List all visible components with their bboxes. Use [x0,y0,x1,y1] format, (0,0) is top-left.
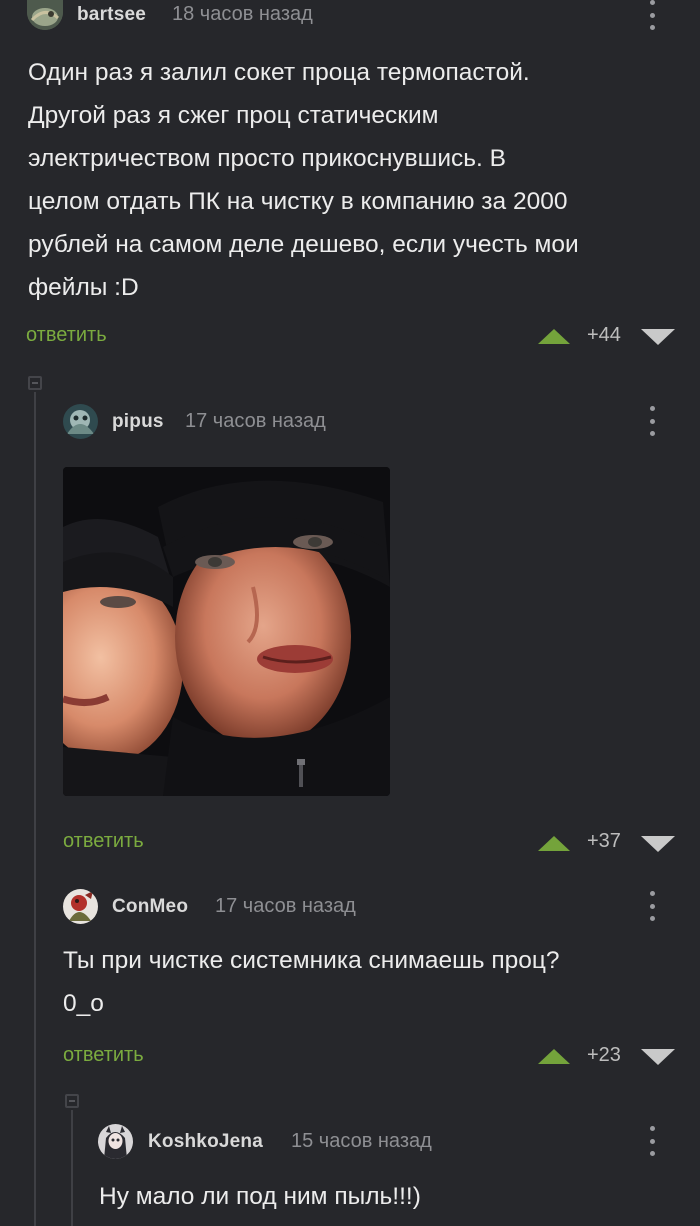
username[interactable]: pipus [112,411,164,433]
comment-text: Ты при чистке системника снимаешь проц? … [63,939,683,1025]
kebab-menu-icon[interactable] [647,891,657,921]
kebab-menu-icon[interactable] [647,406,657,436]
arrow-up-icon[interactable] [538,329,570,344]
comment-line: Один раз я залил сокет проца термопастой… [28,59,530,86]
kebab-menu-icon[interactable] [647,0,657,30]
comment-line: Другой раз я сжег проц статическим [28,102,439,129]
reply-button[interactable]: ответить [63,830,144,853]
comment-line: 0_o [63,990,104,1017]
comment-line: Ты при чистке системника снимаешь проц? [63,947,560,974]
timestamp: 17 часов назад [185,410,326,432]
arrow-down-icon[interactable] [641,1049,675,1065]
collapse-thread-icon[interactable] [28,376,42,390]
arrow-down-icon[interactable] [641,329,675,345]
username[interactable]: KoshkoJena [148,1131,263,1153]
thread-line [71,1110,73,1226]
timestamp: 17 часов назад [215,895,356,917]
rating: +37 [587,830,621,852]
comment-line: целом отдать ПК на чистку в компанию за … [28,188,568,215]
avatar[interactable] [98,1124,133,1159]
comment-line: фейлы :D [28,274,139,301]
username[interactable]: bartsee [77,4,146,26]
username[interactable]: ConMeo [112,896,188,918]
thread-line [34,392,36,1226]
comment-line: рублей на самом деле дешево, если учесть… [28,231,579,258]
avatar[interactable] [27,0,63,30]
timestamp: 15 часов назад [291,1130,432,1152]
reply-button[interactable]: ответить [63,1044,144,1067]
comment-line: электричеством просто прикоснувшись. В [28,145,506,172]
timestamp: 18 часов назад [172,3,313,25]
attached-photo[interactable] [63,467,390,796]
reply-button[interactable]: ответить [26,324,107,347]
comment-text: Один раз я залил сокет проца термопастой… [28,51,688,309]
rating: +44 [587,324,621,346]
arrow-up-icon[interactable] [538,1049,570,1064]
rating: +23 [587,1044,621,1066]
arrow-up-icon[interactable] [538,836,570,851]
collapse-thread-icon[interactable] [65,1094,79,1108]
comment-text: Ну мало ли под ним пыль!!!) [99,1175,679,1218]
arrow-down-icon[interactable] [641,836,675,852]
avatar[interactable] [63,889,98,924]
avatar[interactable] [63,404,98,439]
kebab-menu-icon[interactable] [647,1126,657,1156]
comment-line: Ну мало ли под ним пыль!!!) [99,1183,421,1210]
